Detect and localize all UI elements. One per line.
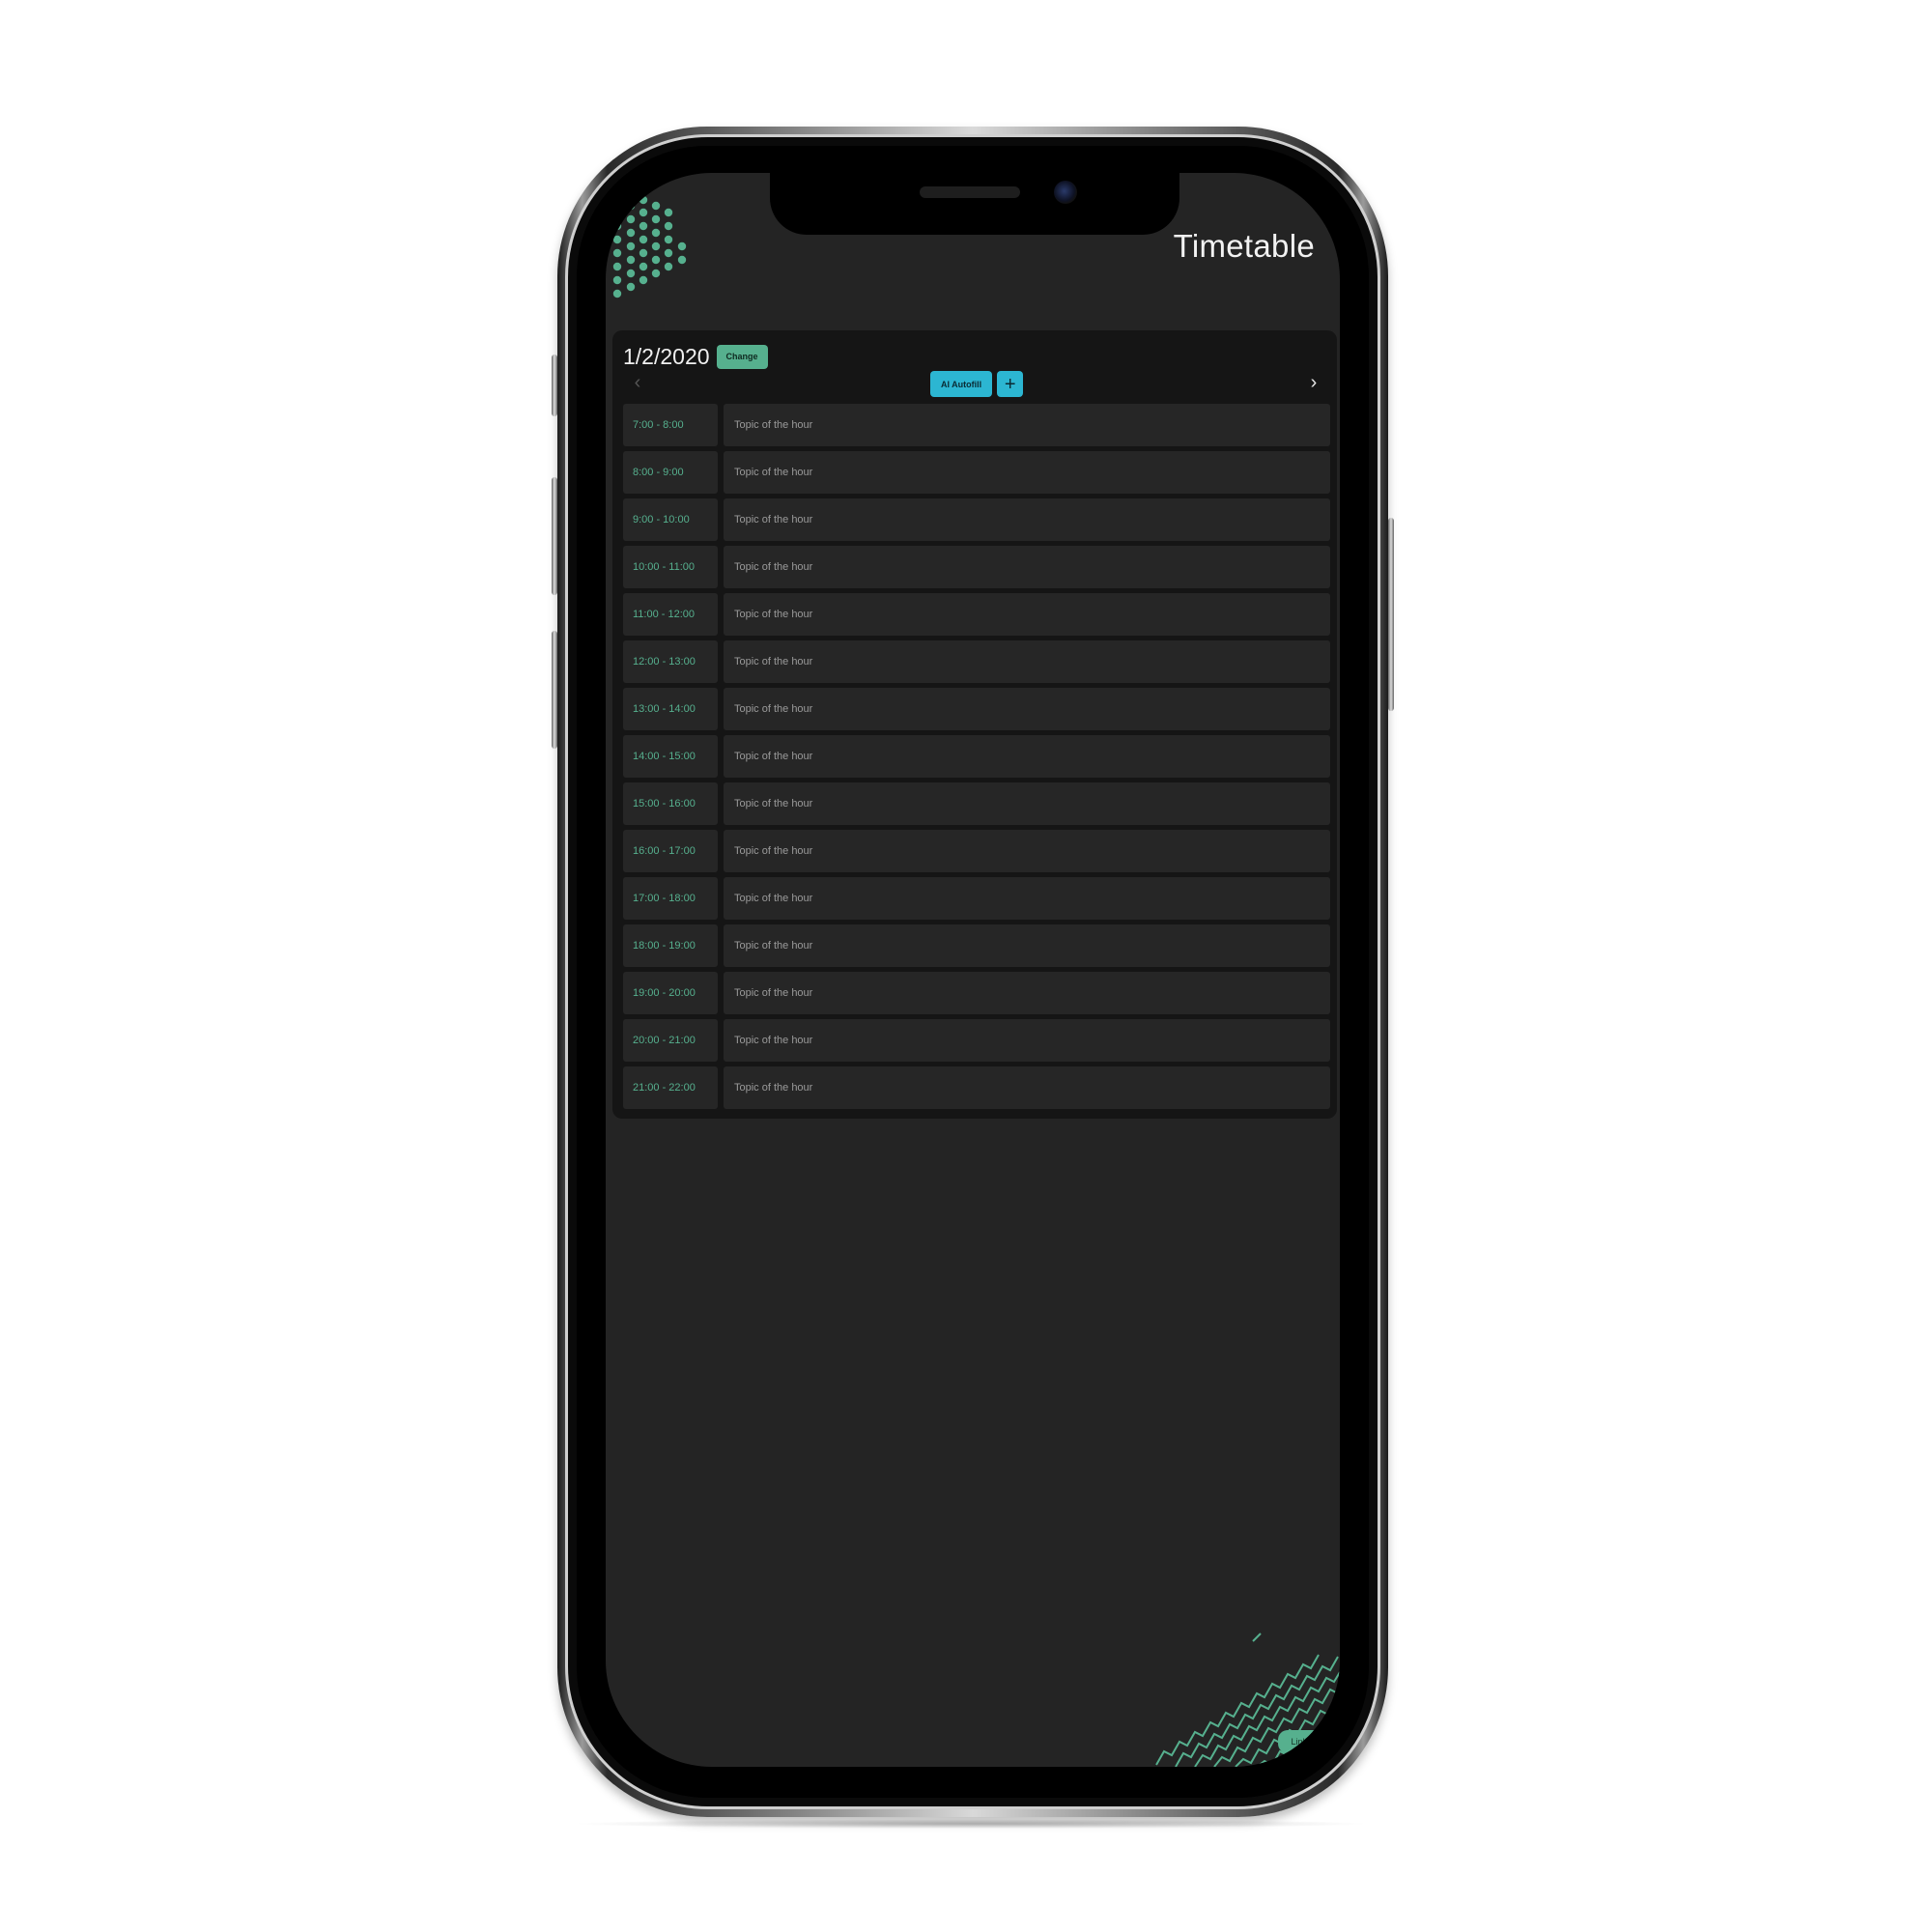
topic-input[interactable]: Topic of the hour: [724, 593, 1330, 636]
links-button[interactable]: Links: [1278, 1730, 1324, 1753]
time-slot: 20:00 - 21:00: [623, 1019, 718, 1062]
topic-input[interactable]: Topic of the hour: [724, 877, 1330, 920]
time-slot: 7:00 - 8:00: [623, 404, 718, 446]
page-title: Timetable: [1173, 228, 1315, 264]
time-slot: 18:00 - 19:00: [623, 924, 718, 967]
phone-frame: Timetable 1/2/2020 Change ‹ AI Autofill …: [552, 127, 1394, 1817]
topic-input[interactable]: Topic of the hour: [724, 972, 1330, 1014]
plus-icon[interactable]: +: [997, 371, 1024, 397]
phone-floor-shadow: [570, 1819, 1372, 1829]
topic-input[interactable]: Topic of the hour: [724, 640, 1330, 683]
side-button-mute: [552, 355, 557, 416]
timetable-row: 21:00 - 22:00 Topic of the hour: [623, 1066, 1330, 1109]
change-date-button[interactable]: Change: [716, 344, 768, 369]
time-slot: 21:00 - 22:00: [623, 1066, 718, 1109]
timetable-row: 8:00 - 9:00 Topic of the hour: [623, 451, 1330, 494]
time-slot: 9:00 - 10:00: [623, 498, 718, 541]
camera-icon: [1054, 181, 1077, 204]
time-slot: 11:00 - 12:00: [623, 593, 718, 636]
topic-input[interactable]: Topic of the hour: [724, 1066, 1330, 1109]
timetable-row: 14:00 - 15:00 Topic of the hour: [623, 735, 1330, 778]
notch: [770, 173, 1179, 235]
timetable-row: 13:00 - 14:00 Topic of the hour: [623, 688, 1330, 730]
dot-pattern-decoration: [612, 195, 687, 298]
app-screen: Timetable 1/2/2020 Change ‹ AI Autofill …: [606, 173, 1340, 1767]
timetable-row: 10:00 - 11:00 Topic of the hour: [623, 546, 1330, 588]
chevron-left-icon[interactable]: ‹: [626, 371, 649, 394]
topic-input[interactable]: Topic of the hour: [724, 1019, 1330, 1062]
timetable-row: 17:00 - 18:00 Topic of the hour: [623, 877, 1330, 920]
timetable-row: 18:00 - 19:00 Topic of the hour: [623, 924, 1330, 967]
time-slot: 19:00 - 20:00: [623, 972, 718, 1014]
speaker-grille: [920, 186, 1020, 198]
time-slot: 17:00 - 18:00: [623, 877, 718, 920]
timetable-rows: 7:00 - 8:00 Topic of the hour 8:00 - 9:0…: [623, 404, 1330, 1114]
topic-input[interactable]: Topic of the hour: [724, 924, 1330, 967]
timetable-row: 11:00 - 12:00 Topic of the hour: [623, 593, 1330, 636]
time-slot: 16:00 - 17:00: [623, 830, 718, 872]
topic-input[interactable]: Topic of the hour: [724, 782, 1330, 825]
topic-input[interactable]: Topic of the hour: [724, 830, 1330, 872]
chevron-right-icon[interactable]: ›: [1302, 371, 1325, 394]
timetable-row: 15:00 - 16:00 Topic of the hour: [623, 782, 1330, 825]
time-slot: 10:00 - 11:00: [623, 546, 718, 588]
time-slot: 12:00 - 13:00: [623, 640, 718, 683]
topic-input[interactable]: Topic of the hour: [724, 735, 1330, 778]
topic-input[interactable]: Topic of the hour: [724, 404, 1330, 446]
timetable-row: 7:00 - 8:00 Topic of the hour: [623, 404, 1330, 446]
timetable-row: 20:00 - 21:00 Topic of the hour: [623, 1019, 1330, 1062]
timetable-card: 1/2/2020 Change ‹ AI Autofill + › 7:00 -…: [612, 330, 1337, 1119]
topic-input[interactable]: Topic of the hour: [724, 688, 1330, 730]
action-buttons: AI Autofill +: [930, 371, 1024, 397]
side-button-volume-down: [552, 631, 557, 749]
time-slot: 15:00 - 16:00: [623, 782, 718, 825]
timetable-row: 9:00 - 10:00 Topic of the hour: [623, 498, 1330, 541]
ai-autofill-button[interactable]: AI Autofill: [930, 371, 993, 397]
topic-input[interactable]: Topic of the hour: [724, 451, 1330, 494]
topic-input[interactable]: Topic of the hour: [724, 498, 1330, 541]
topic-input[interactable]: Topic of the hour: [724, 546, 1330, 588]
timetable-row: 12:00 - 13:00 Topic of the hour: [623, 640, 1330, 683]
time-slot: 13:00 - 14:00: [623, 688, 718, 730]
timetable-row: 19:00 - 20:00 Topic of the hour: [623, 972, 1330, 1014]
side-button-power: [1388, 518, 1394, 711]
date-row: 1/2/2020 Change: [623, 342, 768, 371]
time-slot: 14:00 - 15:00: [623, 735, 718, 778]
timetable-row: 16:00 - 17:00 Topic of the hour: [623, 830, 1330, 872]
side-button-volume-up: [552, 477, 557, 595]
day-navigation: ‹ AI Autofill + ›: [612, 369, 1337, 398]
current-date: 1/2/2020: [623, 343, 710, 369]
time-slot: 8:00 - 9:00: [623, 451, 718, 494]
